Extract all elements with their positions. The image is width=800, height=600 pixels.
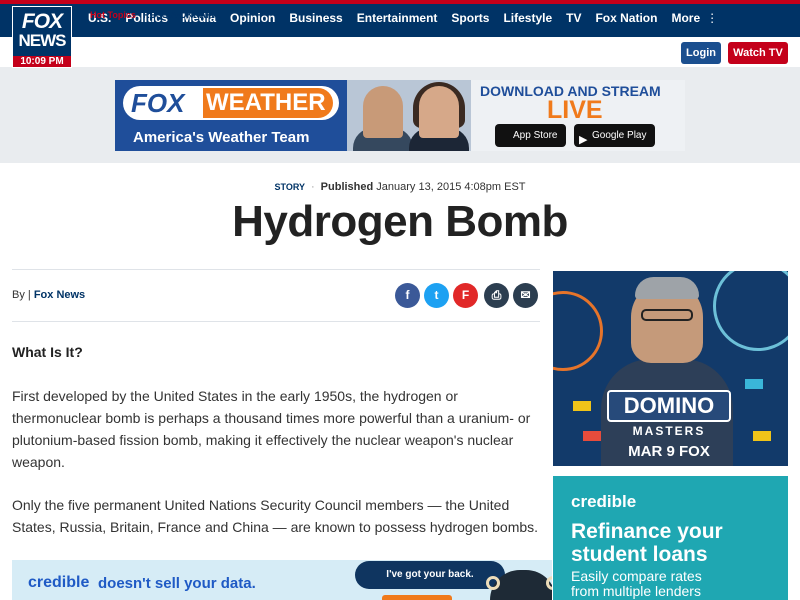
nav-lifestyle[interactable]: Lifestyle	[503, 11, 552, 25]
ad-speech-bubble: I've got your back.	[355, 561, 505, 589]
nav-opinion[interactable]: Opinion	[230, 11, 275, 25]
host-glasses	[641, 309, 693, 321]
byline-prefix: By |	[12, 289, 31, 301]
rail-ad-headline-line-2: student loans	[571, 543, 708, 566]
published-date: January 13, 2015 4:08pm EST	[376, 181, 526, 193]
print-icon[interactable]: ⎙	[484, 283, 509, 308]
article-paragraph-1: First developed by the United States in …	[12, 388, 531, 470]
ad-brand-panel: FOX WEATHER America's Weather Team	[115, 80, 347, 151]
byline: By | Fox News	[12, 289, 85, 301]
flipboard-share-icon[interactable]: F	[453, 283, 478, 308]
nav-entertainment[interactable]: Entertainment	[357, 11, 438, 25]
google-play-label: Google Play	[592, 130, 647, 141]
email-share-icon[interactable]: ✉	[513, 283, 538, 308]
fox-news-logo[interactable]: FOX NEWS 10:09 PM	[12, 6, 72, 68]
nav-more[interactable]: More	[671, 11, 700, 25]
bull-horn-right	[546, 576, 552, 590]
nav-sports[interactable]: Sports	[451, 11, 489, 25]
divider-top	[12, 269, 540, 270]
air-date-text: MAR 9	[628, 443, 675, 460]
section-heading: What Is It?	[12, 344, 83, 360]
domino-block	[583, 431, 601, 441]
article-title: Hydrogen Bomb	[232, 197, 568, 246]
ad-brand-weather: WEATHER	[203, 88, 333, 118]
more-dots-icon[interactable]: ⋮	[706, 11, 718, 25]
story-kicker[interactable]: STORY	[274, 182, 305, 192]
ad-tagline: America's Weather Team	[133, 129, 310, 146]
app-store-label: App Store	[513, 130, 558, 141]
google-play-badge[interactable]: ▶ Google Play	[574, 124, 655, 147]
rail-ad-headline: Refinance your student loans	[571, 520, 723, 566]
article-paragraph-2: Only the five permanent United Nations S…	[12, 497, 539, 535]
meta-separator: ·	[311, 181, 315, 193]
app-store-badge[interactable]: App Store	[495, 124, 566, 147]
author-link[interactable]: Fox News	[34, 289, 85, 301]
ad-live-text: LIVE	[547, 96, 603, 124]
credible-rail-ad[interactable]: credible Refinance your student loans Ea…	[553, 476, 788, 600]
ad-hosts-image	[347, 80, 471, 151]
logo-clock: 10:09 PM	[13, 56, 71, 67]
nav-tv[interactable]: TV	[566, 11, 581, 25]
sub-nav-bar	[0, 37, 800, 67]
domino-block	[745, 379, 763, 389]
logo-news-text: NEWS	[18, 31, 67, 50]
article-meta: STORY · Published January 13, 2015 4:08pm …	[0, 181, 800, 193]
topic-russia-ukraine-link[interactable]: RUSSIA-UKRAINE	[143, 10, 221, 20]
rail-ad-subtext-line-1: Easily compare rates	[571, 568, 702, 584]
ad-credible-message: doesn't sell your data.	[98, 575, 256, 592]
domino-block	[753, 431, 771, 441]
rollercoaster-track-2	[553, 291, 603, 371]
facebook-share-icon[interactable]: f	[395, 283, 420, 308]
watch-tv-button[interactable]: Watch TV	[728, 42, 788, 64]
rollercoaster-track	[713, 271, 788, 351]
nav-business[interactable]: Business	[289, 11, 342, 25]
divider-bottom	[12, 321, 540, 322]
host-2-face	[419, 86, 459, 138]
host-hair	[635, 277, 699, 299]
ad-credible-brand: credible	[28, 574, 90, 591]
bull-horn-left	[486, 576, 500, 590]
rail-ad-headline-line-1: Refinance your	[571, 520, 723, 543]
air-date: MAR 9 FOX	[607, 443, 731, 460]
play-icon: ▶	[579, 134, 588, 146]
rail-ad-subtext-line-2: from multiple lenders	[571, 583, 701, 599]
login-button[interactable]: Login	[681, 42, 721, 64]
nav-fox-nation[interactable]: Fox Nation	[595, 11, 657, 25]
twitter-share-icon[interactable]: t	[424, 283, 449, 308]
host-1-face	[363, 86, 403, 138]
fox-weather-ad[interactable]: FOX WEATHER America's Weather Team DOWNL…	[115, 80, 685, 151]
hot-topics-label: Hot Topics	[90, 10, 136, 20]
domino-masters-ad[interactable]: DOMINO MASTERS MAR 9 FOX	[553, 271, 788, 466]
network-text: FOX	[679, 443, 710, 460]
rail-ad-subtext: Easily compare rates from multiple lende…	[571, 569, 702, 599]
domino-title: DOMINO	[607, 390, 731, 422]
published-label: Published	[320, 181, 374, 193]
ad-brand-fox: FOX	[131, 88, 185, 118]
masters-subtitle: MASTERS	[632, 424, 706, 438]
logo-fox-text: FOX	[21, 10, 63, 33]
credible-inline-ad[interactable]: credible doesn't sell your data. I've go…	[12, 560, 552, 600]
ad-cta-bar	[382, 595, 452, 600]
domino-block	[573, 401, 591, 411]
rail-ad-brand: credible	[571, 492, 637, 511]
